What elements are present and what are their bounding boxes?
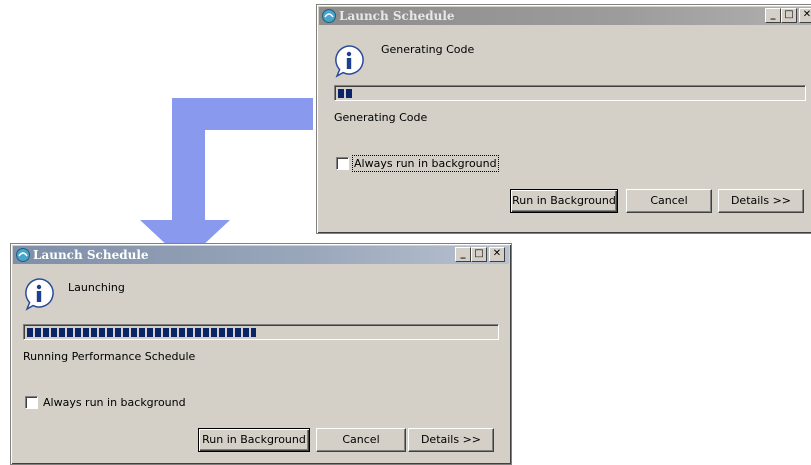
details-button[interactable]: Details >> (718, 189, 804, 213)
always-run-checkbox[interactable] (25, 396, 38, 409)
details-button[interactable]: Details >> (408, 428, 494, 452)
progress-bar (334, 85, 806, 101)
task-message: Launching (68, 281, 125, 294)
title-bar[interactable]: Launch Schedule _ □ ✕ (319, 7, 811, 25)
window-title: Launch Schedule (33, 248, 149, 262)
cancel-button[interactable]: Cancel (626, 189, 712, 213)
progress-bar (23, 324, 499, 340)
progress-fill (27, 328, 256, 337)
minimize-button[interactable]: _ (765, 8, 781, 23)
always-run-checkbox[interactable] (336, 157, 349, 170)
always-run-label[interactable]: Always run in background (352, 155, 499, 172)
run-in-background-button[interactable]: Run in Background (510, 189, 618, 213)
run-in-background-button[interactable]: Run in Background (198, 428, 310, 452)
task-message: Generating Code (381, 43, 475, 56)
schedule-app-icon (16, 248, 30, 262)
info-icon (25, 278, 54, 311)
launch-schedule-dialog-bottom: Launch Schedule _ □ ✕ Launching Running … (10, 243, 512, 465)
launch-schedule-dialog-top: Launch Schedule _ □ ✕ Generating Code Ge… (316, 4, 811, 234)
progress-fill (338, 89, 352, 98)
window-title: Launch Schedule (339, 9, 455, 23)
close-button[interactable]: ✕ (489, 247, 505, 262)
always-run-label[interactable]: Always run in background (43, 396, 186, 409)
info-icon (335, 45, 364, 78)
maximize-button[interactable]: □ (781, 8, 797, 23)
status-text: Generating Code (334, 111, 428, 124)
close-button[interactable]: ✕ (799, 8, 811, 23)
maximize-button[interactable]: □ (471, 247, 487, 262)
cancel-button[interactable]: Cancel (316, 428, 406, 452)
schedule-app-icon (322, 9, 336, 23)
title-bar[interactable]: Launch Schedule _ □ ✕ (13, 246, 509, 264)
minimize-button[interactable]: _ (455, 247, 471, 262)
status-text: Running Performance Schedule (23, 350, 196, 363)
